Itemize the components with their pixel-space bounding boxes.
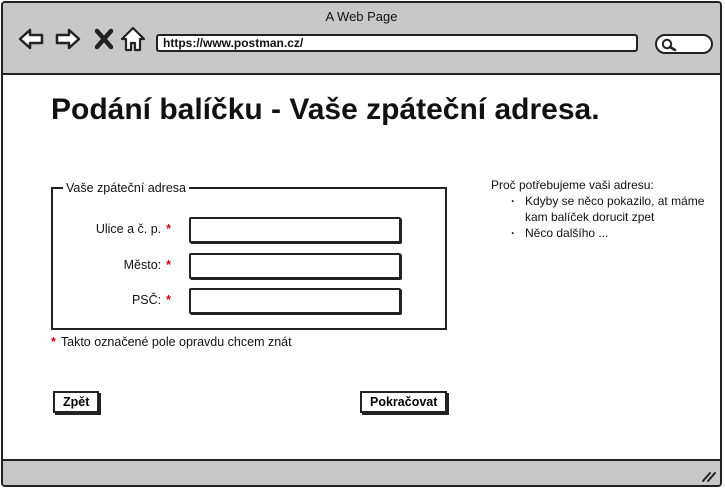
return-address-fieldset: Vaše zpáteční adresa Ulice a č. p. * Měst… bbox=[51, 181, 447, 330]
info-item: Kdyby se něco pokazilo, at máme kam balí… bbox=[511, 193, 711, 225]
back-arrow-icon[interactable] bbox=[17, 25, 45, 53]
info-item: Něco dalšího ... bbox=[511, 225, 711, 241]
city-row: Město: * bbox=[53, 253, 445, 279]
street-label: Ulice a č. p. * bbox=[96, 222, 171, 236]
required-mark: * bbox=[166, 293, 171, 307]
resize-grip-icon[interactable] bbox=[700, 468, 716, 482]
continue-button[interactable]: Pokračovat bbox=[360, 391, 448, 413]
required-footnote: * Takto označené pole opravdu chcem znát bbox=[51, 335, 292, 349]
required-mark: * bbox=[166, 258, 171, 272]
street-input[interactable] bbox=[189, 217, 401, 243]
zip-input[interactable] bbox=[189, 288, 401, 314]
footnote-text: Takto označené pole opravdu chcem znát bbox=[60, 335, 292, 349]
zip-row: PSČ: * bbox=[53, 288, 445, 314]
browser-toolbar: A Web Page https://www.postman.cz/ bbox=[3, 3, 720, 75]
url-input[interactable]: https://www.postman.cz/ bbox=[156, 34, 638, 52]
window-title: A Web Page bbox=[325, 9, 398, 24]
page-content: Podání balíčku - Vaše zpáteční adresa. V… bbox=[3, 75, 720, 459]
street-row: Ulice a č. p. * bbox=[53, 217, 445, 243]
city-label-text: Město: bbox=[123, 258, 162, 272]
required-mark: * bbox=[51, 335, 56, 349]
city-input[interactable] bbox=[189, 253, 401, 279]
info-list: Kdyby se něco pokazilo, at máme kam balí… bbox=[491, 193, 711, 241]
info-title: Proč potřebujeme vaši adresu: bbox=[491, 178, 654, 192]
required-mark: * bbox=[166, 222, 171, 236]
back-button[interactable]: Zpět bbox=[53, 391, 100, 413]
search-icon bbox=[661, 38, 677, 52]
browser-window: A Web Page https://www.postman.cz/ Podán… bbox=[1, 1, 722, 487]
home-icon[interactable] bbox=[119, 25, 147, 53]
info-panel: Proč potřebujeme vaši adresu: Kdyby se n… bbox=[491, 177, 711, 241]
close-icon[interactable] bbox=[91, 25, 119, 53]
forward-arrow-icon[interactable] bbox=[54, 25, 82, 53]
zip-label: PSČ: * bbox=[132, 293, 171, 307]
page-title: Podání balíčku - Vaše zpáteční adresa. bbox=[51, 93, 600, 126]
street-label-text: Ulice a č. p. bbox=[95, 222, 162, 236]
city-label: Město: * bbox=[124, 258, 171, 272]
search-input[interactable] bbox=[655, 34, 713, 54]
fieldset-legend: Vaše zpáteční adresa bbox=[66, 181, 186, 195]
zip-label-text: PSČ: bbox=[131, 293, 162, 307]
status-bar bbox=[3, 459, 720, 485]
